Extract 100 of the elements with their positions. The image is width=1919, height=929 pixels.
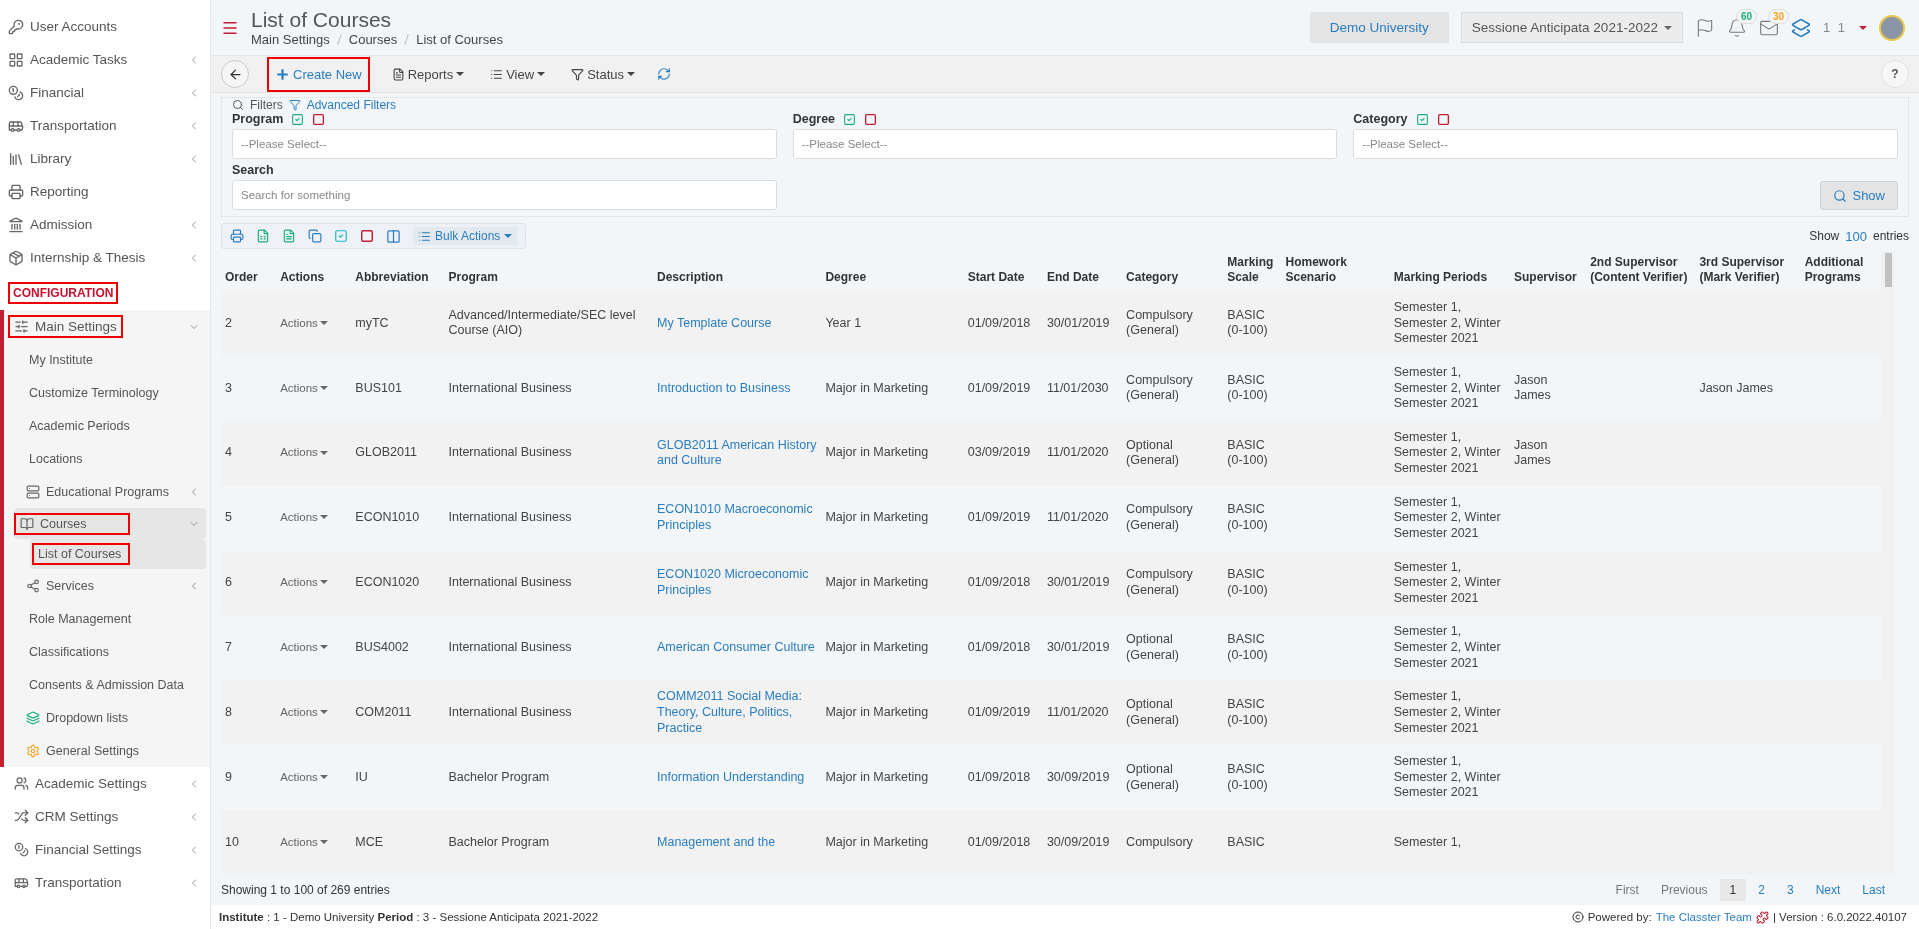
column-header[interactable]: Order <box>221 251 277 291</box>
dropdown-button[interactable]: Status <box>567 60 639 88</box>
breadcrumb-link[interactable]: Main Settings <box>251 32 330 47</box>
sidebar-item[interactable]: Services <box>4 569 206 602</box>
column-header[interactable]: Supervisor <box>1510 251 1587 291</box>
column-header[interactable]: End Date <box>1042 251 1123 291</box>
sidebar-item[interactable]: Dropdown lists <box>4 701 206 734</box>
sidebar-item[interactable]: Classifications <box>4 635 206 668</box>
pagination-button[interactable]: Next <box>1805 879 1851 901</box>
dropdown-button[interactable]: View <box>486 60 550 88</box>
sidebar-item[interactable]: Academic Periods <box>4 409 206 442</box>
sidebar-item[interactable]: Role Management <box>4 602 206 635</box>
pagination-button[interactable]: Previous <box>1650 879 1718 901</box>
actions-dropdown[interactable]: Actions <box>280 575 328 590</box>
column-header[interactable]: Category <box>1122 251 1224 291</box>
create-button[interactable]: Create New <box>267 56 370 92</box>
sidebar-item[interactable]: List of Courses <box>30 539 206 569</box>
sidebar-item[interactable]: Academic Tasks <box>0 43 210 76</box>
column-header[interactable]: Start Date <box>963 251 1043 291</box>
sidebar-item[interactable]: My Institute <box>4 343 206 376</box>
actions-dropdown[interactable]: Actions <box>280 445 328 460</box>
check-all-icon[interactable] <box>843 112 857 126</box>
team-link[interactable]: The Classter Team <box>1655 911 1752 923</box>
column-header[interactable]: Homework Scenario <box>1281 251 1390 291</box>
bulk-actions-button[interactable]: Bulk Actions <box>413 227 518 245</box>
column-header[interactable]: 3rd Supervisor (Mark Verifier) <box>1695 251 1801 291</box>
sidebar-item[interactable]: Reporting <box>0 175 210 208</box>
check-all-icon[interactable] <box>291 112 305 126</box>
actions-dropdown[interactable]: Actions <box>280 834 328 850</box>
spreadsheet-icon[interactable] <box>256 229 270 243</box>
sidebar-item[interactable]: Internship & Thesis <box>0 241 210 274</box>
actions-dropdown[interactable]: Actions <box>280 510 328 525</box>
columns-icon[interactable] <box>386 228 401 244</box>
column-header[interactable]: Marking Periods <box>1389 251 1510 291</box>
actions-dropdown[interactable]: Actions <box>280 704 328 720</box>
course-link[interactable]: GLOB2011 American History and Culture <box>653 420 822 486</box>
column-header[interactable]: Degree <box>821 251 964 291</box>
sidebar-item[interactable]: CRM Settings <box>0 800 210 833</box>
column-header[interactable]: Abbreviation <box>351 251 445 291</box>
course-link[interactable]: ECON1010 Macroeconomic Principles <box>653 485 822 551</box>
column-header[interactable]: Additional Programs <box>1800 251 1881 291</box>
clear-icon[interactable] <box>1436 112 1450 126</box>
sidebar-item[interactable]: Transportation <box>0 109 210 142</box>
actions-dropdown[interactable]: Actions <box>280 640 328 655</box>
course-link[interactable]: Introduction to Business <box>653 355 822 421</box>
copy-icon[interactable] <box>308 229 322 243</box>
actions-dropdown[interactable]: Actions <box>280 380 328 395</box>
course-link[interactable]: My Template Course <box>653 291 822 356</box>
period-select[interactable]: Sessione Anticipata 2021-2022 <box>1460 12 1683 43</box>
course-link[interactable]: American Consumer Culture <box>653 615 822 681</box>
layers-icon[interactable] <box>1790 17 1811 38</box>
sidebar-item[interactable]: Financial Settings <box>0 833 210 866</box>
actions-dropdown[interactable]: Actions <box>280 769 328 785</box>
check-icon[interactable] <box>334 229 348 243</box>
course-link[interactable]: Management and the <box>653 810 822 875</box>
column-header[interactable]: 2nd Supervisor (Content Verifier) <box>1586 251 1696 291</box>
help-button[interactable]: ? <box>1881 60 1909 88</box>
pagination-button[interactable]: First <box>1605 879 1649 901</box>
sidebar-item[interactable]: User Accounts <box>0 10 210 43</box>
sidebar-item[interactable]: Courses <box>14 508 206 539</box>
course-link[interactable]: ECON1020 Microeconomic Principles <box>653 550 822 616</box>
course-link[interactable]: COMM2011 Social Media: Theory, Culture, Politics, Practice <box>653 680 822 746</box>
advanced-filters-link[interactable]: Advanced Filters <box>306 98 397 112</box>
print-icon[interactable] <box>230 229 244 243</box>
clear-icon[interactable] <box>312 112 326 126</box>
sidebar-item[interactable]: Transportation <box>0 866 210 899</box>
sidebar-item[interactable]: Library <box>0 142 210 175</box>
breadcrumb-link[interactable]: Courses <box>348 32 398 47</box>
sidebar-item[interactable]: Admission <box>0 208 210 241</box>
square-icon[interactable] <box>360 229 374 243</box>
check-all-icon[interactable] <box>1415 112 1429 126</box>
sidebar-item[interactable]: Academic Settings <box>0 767 210 800</box>
actions-dropdown[interactable]: Actions <box>280 315 328 330</box>
entries-select[interactable]: 100 <box>1845 228 1867 244</box>
sidebar-item[interactable]: Consents & Admission Data <box>4 668 206 701</box>
clear-icon[interactable] <box>864 112 878 126</box>
document-icon[interactable] <box>282 229 296 243</box>
search-field[interactable]: Search for something <box>232 180 777 210</box>
column-header[interactable]: Actions <box>276 251 352 291</box>
column-header[interactable]: Description <box>653 251 822 291</box>
sidebar-item[interactable]: Educational Programs <box>4 475 206 508</box>
back-button[interactable] <box>221 60 249 88</box>
column-header[interactable]: Marking Scale <box>1223 251 1282 291</box>
pagination-button[interactable]: 2 <box>1748 879 1775 901</box>
institute-button[interactable]: Demo University <box>1309 12 1449 43</box>
select-field[interactable]: --Please Select-- <box>1353 129 1898 159</box>
sidebar-item[interactable]: Financial <box>0 76 210 109</box>
select-field[interactable]: --Please Select-- <box>792 129 1338 159</box>
sidebar-item[interactable]: General Settings <box>4 734 206 767</box>
pagination-button[interactable]: Last <box>1852 879 1895 901</box>
dropdown-button[interactable]: Reports <box>387 60 469 88</box>
refresh-icon[interactable] <box>657 67 671 81</box>
pagination-button[interactable]: 1 <box>1719 879 1747 901</box>
course-link[interactable]: Information Understanding <box>653 745 822 810</box>
breadcrumb-link[interactable]: List of Courses <box>416 32 503 47</box>
sidebar-item[interactable]: Main Settings <box>4 310 210 343</box>
show-button[interactable]: Show <box>1820 181 1898 210</box>
select-field[interactable]: --Please Select-- <box>232 129 777 159</box>
sidebar-item[interactable]: Customize Terminology <box>4 376 206 409</box>
column-header[interactable]: Program <box>444 251 653 291</box>
